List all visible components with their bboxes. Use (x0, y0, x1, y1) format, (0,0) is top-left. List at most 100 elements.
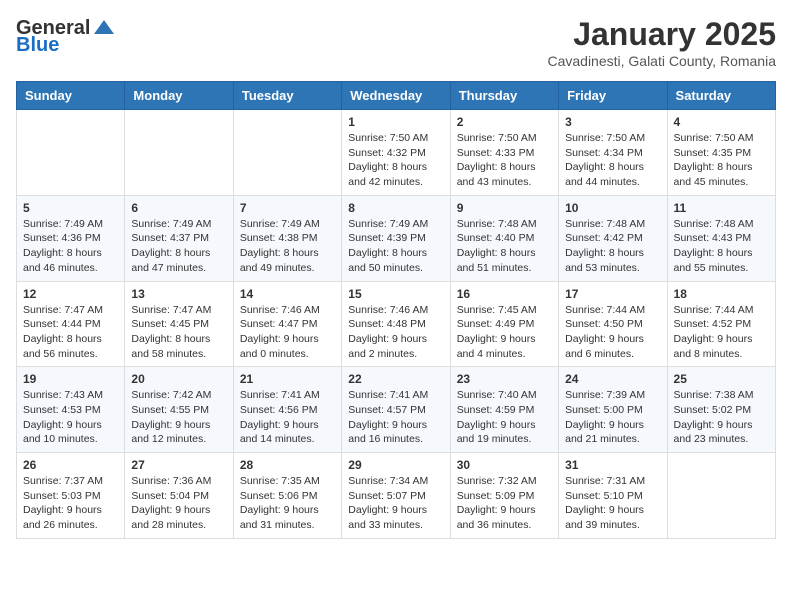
calendar-cell (17, 110, 125, 196)
day-number: 20 (131, 372, 226, 386)
month-title: January 2025 (547, 16, 776, 53)
day-info: Sunrise: 7:50 AM Sunset: 4:34 PM Dayligh… (565, 131, 660, 190)
day-info: Sunrise: 7:48 AM Sunset: 4:42 PM Dayligh… (565, 217, 660, 276)
day-number: 11 (674, 201, 769, 215)
day-number: 7 (240, 201, 335, 215)
calendar-cell: 1Sunrise: 7:50 AM Sunset: 4:32 PM Daylig… (342, 110, 450, 196)
calendar-cell: 26 Sunrise: 7:37 AM Sunset: 5:03 PM Dayli… (17, 453, 125, 539)
day-info: Sunrise: 7:48 AM Sunset: 4:43 PM Dayligh… (674, 217, 769, 276)
calendar-cell: 22 Sunrise: 7:41 AM Sunset: 4:57 PM Dayli… (342, 367, 450, 453)
day-info: Sunrise: 7:37 AM Sunset: 5:03 PM Dayligh… (23, 474, 118, 533)
calendar-week-row: 5 Sunrise: 7:49 AM Sunset: 4:36 PM Daylig… (17, 195, 776, 281)
logo-blue-text: Blue (16, 34, 59, 57)
day-number: 31 (565, 458, 660, 472)
day-number: 19 (23, 372, 118, 386)
weekday-header: Tuesday (233, 82, 341, 110)
day-info: Sunrise: 7:41 AM Sunset: 4:57 PM Dayligh… (348, 388, 443, 447)
day-number: 5 (23, 201, 118, 215)
calendar-cell: 16Sunrise: 7:45 AM Sunset: 4:49 PM Dayli… (450, 281, 558, 367)
location-title: Cavadinesti, Galati County, Romania (547, 53, 776, 69)
calendar-cell: 7 Sunrise: 7:49 AM Sunset: 4:38 PM Daylig… (233, 195, 341, 281)
weekday-header: Thursday (450, 82, 558, 110)
calendar-week-row: 19 Sunrise: 7:43 AM Sunset: 4:53 PM Dayli… (17, 367, 776, 453)
day-number: 28 (240, 458, 335, 472)
day-number: 27 (131, 458, 226, 472)
calendar-cell (125, 110, 233, 196)
day-info: Sunrise: 7:50 AM Sunset: 4:33 PM Dayligh… (457, 131, 552, 190)
day-number: 21 (240, 372, 335, 386)
title-section: January 2025 Cavadinesti, Galati County,… (547, 16, 776, 69)
calendar-cell: 8 Sunrise: 7:49 AM Sunset: 4:39 PM Daylig… (342, 195, 450, 281)
weekday-header: Friday (559, 82, 667, 110)
day-number: 8 (348, 201, 443, 215)
logo: General Blue (16, 16, 116, 57)
calendar-cell: 2 Sunrise: 7:50 AM Sunset: 4:33 PM Daylig… (450, 110, 558, 196)
calendar-cell: 31 Sunrise: 7:31 AM Sunset: 5:10 PM Dayli… (559, 453, 667, 539)
calendar-cell (233, 110, 341, 196)
calendar-cell: 23Sunrise: 7:40 AM Sunset: 4:59 PM Dayli… (450, 367, 558, 453)
calendar-cell: 9Sunrise: 7:48 AM Sunset: 4:40 PM Daylig… (450, 195, 558, 281)
day-number: 15 (348, 287, 443, 301)
calendar-header-row: SundayMondayTuesdayWednesdayThursdayFrid… (17, 82, 776, 110)
day-number: 22 (348, 372, 443, 386)
day-number: 16 (457, 287, 552, 301)
day-number: 17 (565, 287, 660, 301)
day-info: Sunrise: 7:49 AM Sunset: 4:39 PM Dayligh… (348, 217, 443, 276)
day-info: Sunrise: 7:49 AM Sunset: 4:36 PM Dayligh… (23, 217, 118, 276)
page-header: General Blue January 2025 Cavadinesti, G… (16, 16, 776, 69)
day-number: 2 (457, 115, 552, 129)
calendar-cell: 29Sunrise: 7:34 AM Sunset: 5:07 PM Dayli… (342, 453, 450, 539)
weekday-header: Wednesday (342, 82, 450, 110)
calendar-week-row: 12 Sunrise: 7:47 AM Sunset: 4:44 PM Dayli… (17, 281, 776, 367)
day-info: Sunrise: 7:50 AM Sunset: 4:32 PM Dayligh… (348, 131, 443, 190)
day-info: Sunrise: 7:36 AM Sunset: 5:04 PM Dayligh… (131, 474, 226, 533)
calendar-table: SundayMondayTuesdayWednesdayThursdayFrid… (16, 81, 776, 539)
calendar-cell: 24 Sunrise: 7:39 AM Sunset: 5:00 PM Dayli… (559, 367, 667, 453)
day-number: 6 (131, 201, 226, 215)
calendar-cell: 11 Sunrise: 7:48 AM Sunset: 4:43 PM Dayli… (667, 195, 775, 281)
logo-icon (92, 16, 116, 40)
calendar-cell: 6 Sunrise: 7:49 AM Sunset: 4:37 PM Daylig… (125, 195, 233, 281)
day-number: 26 (23, 458, 118, 472)
day-info: Sunrise: 7:44 AM Sunset: 4:50 PM Dayligh… (565, 303, 660, 362)
calendar-week-row: 26 Sunrise: 7:37 AM Sunset: 5:03 PM Dayli… (17, 453, 776, 539)
calendar-cell: 13 Sunrise: 7:47 AM Sunset: 4:45 PM Dayli… (125, 281, 233, 367)
day-info: Sunrise: 7:49 AM Sunset: 4:37 PM Dayligh… (131, 217, 226, 276)
calendar-cell: 18Sunrise: 7:44 AM Sunset: 4:52 PM Dayli… (667, 281, 775, 367)
day-number: 4 (674, 115, 769, 129)
day-info: Sunrise: 7:47 AM Sunset: 4:44 PM Dayligh… (23, 303, 118, 362)
calendar-cell: 28 Sunrise: 7:35 AM Sunset: 5:06 PM Dayli… (233, 453, 341, 539)
day-number: 24 (565, 372, 660, 386)
day-number: 25 (674, 372, 769, 386)
day-info: Sunrise: 7:50 AM Sunset: 4:35 PM Dayligh… (674, 131, 769, 190)
weekday-header: Saturday (667, 82, 775, 110)
day-number: 10 (565, 201, 660, 215)
calendar-cell: 17 Sunrise: 7:44 AM Sunset: 4:50 PM Dayli… (559, 281, 667, 367)
day-info: Sunrise: 7:34 AM Sunset: 5:07 PM Dayligh… (348, 474, 443, 533)
weekday-header: Monday (125, 82, 233, 110)
calendar-cell: 27 Sunrise: 7:36 AM Sunset: 5:04 PM Dayli… (125, 453, 233, 539)
day-info: Sunrise: 7:39 AM Sunset: 5:00 PM Dayligh… (565, 388, 660, 447)
day-number: 3 (565, 115, 660, 129)
calendar-cell: 10 Sunrise: 7:48 AM Sunset: 4:42 PM Dayli… (559, 195, 667, 281)
day-number: 30 (457, 458, 552, 472)
day-number: 12 (23, 287, 118, 301)
calendar-cell: 20 Sunrise: 7:42 AM Sunset: 4:55 PM Dayli… (125, 367, 233, 453)
day-number: 13 (131, 287, 226, 301)
day-info: Sunrise: 7:49 AM Sunset: 4:38 PM Dayligh… (240, 217, 335, 276)
calendar-cell: 14Sunrise: 7:46 AM Sunset: 4:47 PM Dayli… (233, 281, 341, 367)
day-info: Sunrise: 7:46 AM Sunset: 4:48 PM Dayligh… (348, 303, 443, 362)
calendar-week-row: 1Sunrise: 7:50 AM Sunset: 4:32 PM Daylig… (17, 110, 776, 196)
calendar-cell (667, 453, 775, 539)
day-info: Sunrise: 7:44 AM Sunset: 4:52 PM Dayligh… (674, 303, 769, 362)
calendar-cell: 21 Sunrise: 7:41 AM Sunset: 4:56 PM Dayli… (233, 367, 341, 453)
calendar-cell: 30Sunrise: 7:32 AM Sunset: 5:09 PM Dayli… (450, 453, 558, 539)
day-info: Sunrise: 7:35 AM Sunset: 5:06 PM Dayligh… (240, 474, 335, 533)
day-info: Sunrise: 7:47 AM Sunset: 4:45 PM Dayligh… (131, 303, 226, 362)
day-info: Sunrise: 7:40 AM Sunset: 4:59 PM Dayligh… (457, 388, 552, 447)
day-info: Sunrise: 7:43 AM Sunset: 4:53 PM Dayligh… (23, 388, 118, 447)
day-info: Sunrise: 7:31 AM Sunset: 5:10 PM Dayligh… (565, 474, 660, 533)
day-number: 14 (240, 287, 335, 301)
day-info: Sunrise: 7:41 AM Sunset: 4:56 PM Dayligh… (240, 388, 335, 447)
day-info: Sunrise: 7:42 AM Sunset: 4:55 PM Dayligh… (131, 388, 226, 447)
